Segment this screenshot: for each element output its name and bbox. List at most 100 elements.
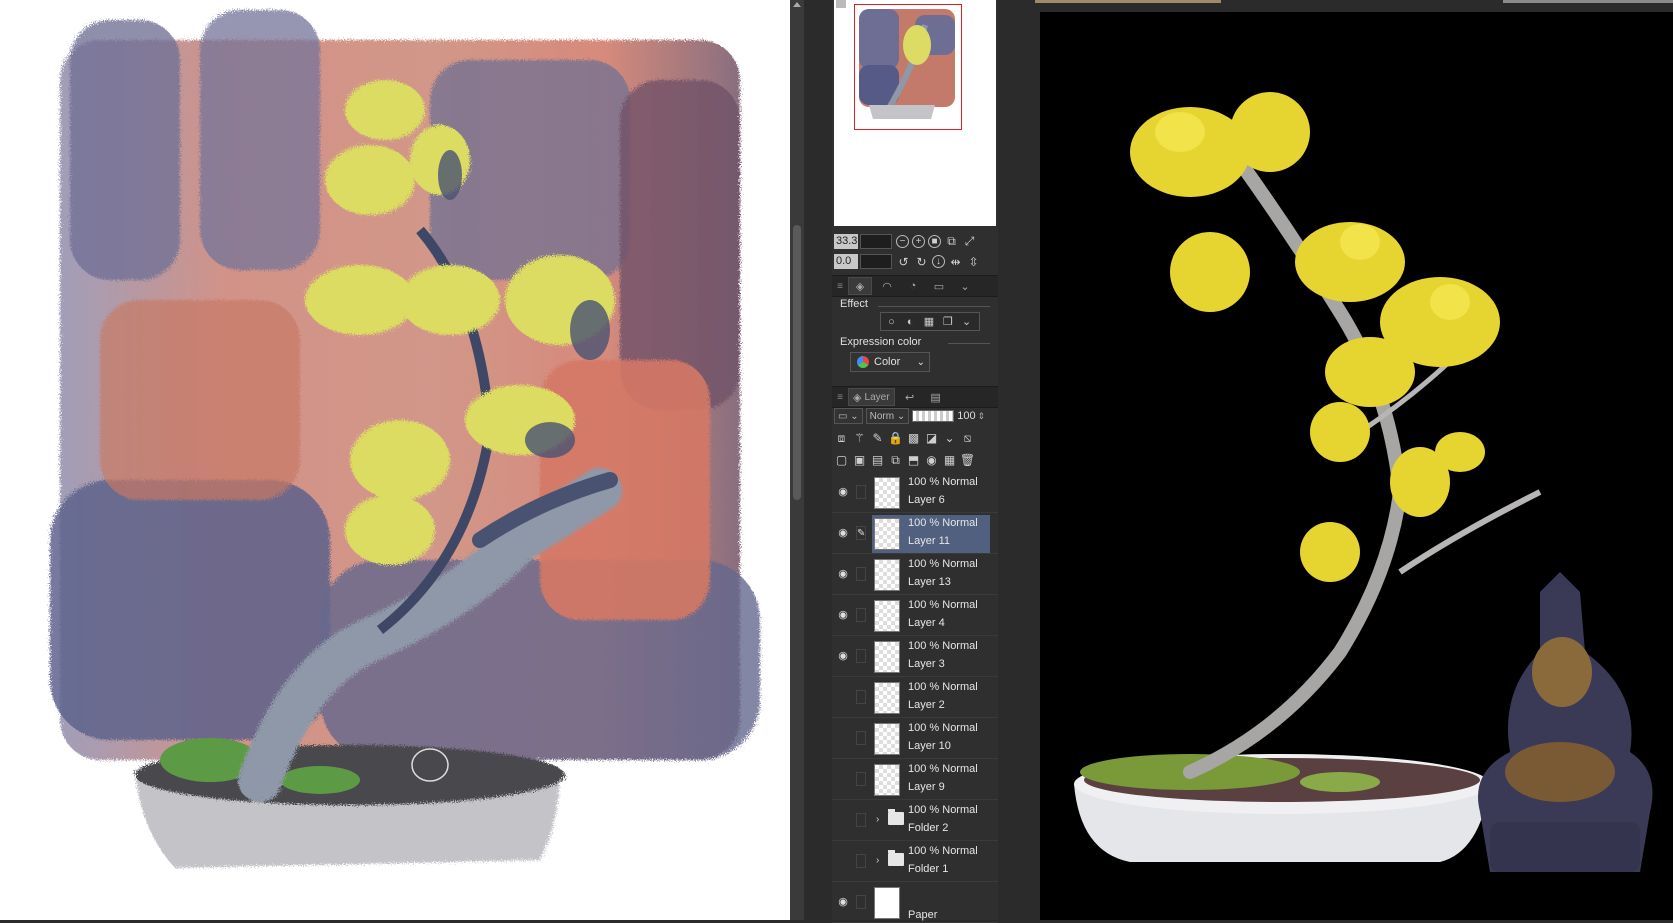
layer-row[interactable]: ◉ 100 % Normal Layer 3 — [832, 637, 998, 677]
visibility-eye-icon[interactable]: ◉ — [836, 608, 850, 622]
layer-panel-menu-icon[interactable]: ≡ — [836, 389, 844, 405]
expression-divider — [948, 343, 990, 344]
expand-tab-icon[interactable]: ⌄ — [954, 278, 976, 294]
copy-layer-icon[interactable]: ⧉ — [888, 453, 903, 468]
border-effect-icon[interactable]: ○ — [885, 316, 898, 328]
sub-tool-tab-icon[interactable]: ◔ — [902, 278, 924, 294]
zoom-value[interactable]: 33.3 — [834, 234, 858, 249]
reference-image[interactable] — [1040, 12, 1673, 920]
merge-down-icon[interactable]: ⬒ — [906, 453, 921, 468]
layer-row[interactable]: ◉ 100 % Normal Layer 4 — [832, 596, 998, 636]
watercolor-edge-icon[interactable]: ◐ — [904, 316, 917, 328]
layer-row[interactable]: 100 % Normal Layer 10 — [832, 719, 998, 759]
edit-target-icon[interactable] — [856, 608, 866, 622]
visibility-eye-icon[interactable] — [836, 813, 850, 827]
visibility-eye-icon[interactable] — [836, 854, 850, 868]
visibility-eye-icon[interactable] — [836, 731, 850, 745]
edit-target-icon[interactable] — [856, 772, 866, 786]
layer-row[interactable]: 100 % Normal Layer 9 — [832, 760, 998, 800]
visibility-eye-icon[interactable]: ◉ — [836, 567, 850, 581]
scroll-thumb[interactable] — [793, 225, 801, 500]
rotate-right-icon[interactable]: ↻ — [914, 254, 929, 269]
color-mode-icon — [857, 356, 869, 368]
blend-mode-dropdown[interactable]: Norm ⌄ — [865, 408, 910, 424]
mask-icon[interactable]: ◪ — [924, 431, 939, 446]
apply-mask-icon[interactable]: ▦ — [942, 453, 957, 468]
panel-menu-icon[interactable]: ≡ — [836, 278, 844, 294]
reset-rotation-icon[interactable]: ↓ — [932, 255, 945, 268]
paper-layer-row[interactable]: ◉ Paper — [832, 883, 998, 923]
effect-dropdown-icon[interactable]: ⌄ — [960, 316, 973, 328]
draft-layer-icon[interactable]: ✎ — [870, 431, 885, 446]
folder-row[interactable]: › 100 % Normal Folder 1 — [832, 842, 998, 882]
new-raster-layer-icon[interactable]: ▢ — [834, 453, 849, 468]
actual-size-icon[interactable]: ■ — [928, 235, 941, 248]
layer-row[interactable]: ◉ ✎ 100 % Normal Layer 11 — [832, 514, 998, 554]
tone-effect-icon[interactable]: ▦ — [923, 316, 936, 328]
visibility-eye-icon[interactable] — [836, 690, 850, 704]
layer-color-toggle-icon[interactable]: ⧅ — [960, 431, 975, 446]
edit-target-icon[interactable] — [856, 854, 866, 868]
navigator-preview[interactable] — [834, 0, 996, 226]
new-vector-layer-icon[interactable]: ▣ — [852, 453, 867, 468]
edit-target-icon[interactable] — [856, 649, 866, 663]
rotate-slider[interactable] — [860, 254, 892, 269]
folder-row[interactable]: › 100 % Normal Folder 2 — [832, 801, 998, 841]
layer-name: Layer 9 — [908, 781, 945, 793]
layer-color-icon[interactable]: ❐ — [941, 316, 954, 328]
layer-mask-icon[interactable]: ◉ — [924, 453, 939, 468]
detail-tab-icon[interactable]: ▭ — [928, 278, 950, 294]
scroll-up-arrow-icon[interactable] — [793, 2, 801, 7]
tool-property-tab-icon[interactable]: ◠ — [876, 278, 898, 294]
layer-row[interactable]: 100 % Normal Layer 2 — [832, 678, 998, 718]
zoom-out-icon[interactable]: − — [896, 235, 909, 248]
new-folder-icon[interactable]: ▤ — [870, 453, 885, 468]
layer-tab-label: Layer — [864, 391, 890, 403]
edit-target-icon[interactable] — [856, 895, 866, 909]
visibility-eye-icon[interactable] — [836, 772, 850, 786]
opacity-slider[interactable] — [912, 410, 955, 422]
lock-transparency-icon[interactable]: ▩ — [906, 431, 921, 446]
drawing-canvas[interactable] — [0, 0, 790, 920]
layer-blend-label: 100 % Normal — [908, 681, 978, 693]
rotate-left-icon[interactable]: ↺ — [896, 254, 911, 269]
visibility-eye-icon[interactable]: ◉ — [836, 485, 850, 499]
layer-name: Paper — [908, 909, 938, 921]
expression-color-dropdown[interactable]: Color ⌄ — [850, 352, 930, 372]
visibility-eye-icon[interactable]: ◉ — [836, 649, 850, 663]
visibility-eye-icon[interactable]: ◉ — [836, 895, 850, 909]
edit-target-icon[interactable] — [856, 567, 866, 581]
clip-layer-icon[interactable]: ⧈ — [834, 431, 849, 446]
layer-stack-icon: ◈ — [853, 391, 862, 404]
auto-action-tab-icon[interactable]: ▤ — [925, 389, 947, 405]
delete-layer-icon[interactable]: 🗑 — [960, 453, 975, 468]
zoom-slider[interactable] — [860, 234, 892, 249]
edit-target-icon[interactable] — [856, 485, 866, 499]
opacity-value[interactable]: 100 — [957, 410, 975, 422]
layer-tab[interactable]: ◈ Layer — [848, 388, 895, 406]
layer-type-dropdown[interactable]: ▭ ⌄ — [834, 408, 863, 424]
visibility-eye-icon[interactable]: ◉ — [836, 526, 850, 540]
layer-row[interactable]: ◉ 100 % Normal Layer 6 — [832, 473, 998, 513]
edit-target-icon[interactable] — [856, 731, 866, 745]
folder-expand-icon[interactable]: › — [876, 855, 879, 866]
navigator-view-frame[interactable] — [854, 4, 962, 130]
fill-window-icon[interactable]: ⤢ — [962, 234, 977, 249]
canvas-vertical-scrollbar[interactable] — [790, 0, 804, 920]
edit-target-icon[interactable] — [856, 690, 866, 704]
history-tab-icon[interactable]: ↩ — [899, 389, 921, 405]
lock-layer-icon[interactable]: 🔒 — [888, 431, 903, 446]
zoom-in-icon[interactable]: + — [912, 235, 925, 248]
edit-target-icon[interactable]: ✎ — [856, 526, 866, 540]
flip-vertical-icon[interactable]: ⇳ — [966, 254, 981, 269]
rotate-value[interactable]: 0.0 — [834, 254, 858, 269]
reference-layer-icon[interactable]: ⚚ — [852, 431, 867, 446]
edit-target-icon[interactable] — [856, 813, 866, 827]
fit-window-icon[interactable]: ⧉ — [944, 234, 959, 249]
flip-horizontal-icon[interactable]: ⇹ — [948, 254, 963, 269]
layer-property-tab-icon[interactable]: ◈ — [848, 277, 872, 295]
ruler-icon[interactable]: ⌄ — [942, 431, 957, 446]
opacity-spinner-icon[interactable]: ⇕ — [978, 411, 986, 422]
folder-expand-icon[interactable]: › — [876, 814, 879, 825]
layer-row[interactable]: ◉ 100 % Normal Layer 13 — [832, 555, 998, 595]
